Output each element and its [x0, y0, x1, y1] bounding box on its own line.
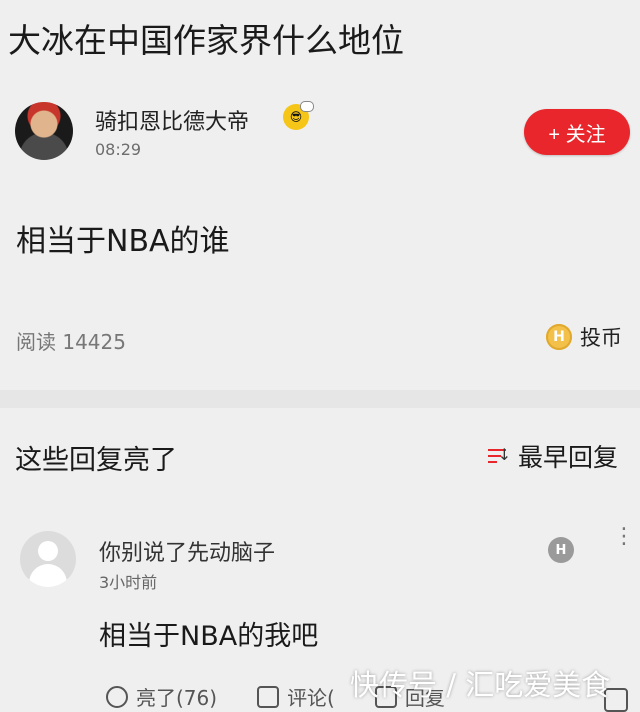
- coin-button[interactable]: H 投币: [546, 322, 622, 352]
- comment-icon: [257, 685, 280, 708]
- speech-bubble-icon: [300, 101, 314, 112]
- commenter-avatar[interactable]: [20, 531, 76, 587]
- read-count: 阅读 14425: [16, 330, 126, 354]
- comment-coin-icon[interactable]: H: [548, 537, 574, 563]
- coin-icon: H: [546, 324, 572, 350]
- comment-content: 相当于NBA的我吧: [99, 621, 319, 652]
- more-icon[interactable]: ⋮: [613, 526, 635, 548]
- author-avatar[interactable]: [15, 102, 73, 160]
- commenter-name[interactable]: 你别说了先动脑子: [99, 535, 275, 567]
- section-divider: [0, 390, 640, 408]
- author-name[interactable]: 骑扣恩比德大帝: [95, 104, 249, 136]
- like-button[interactable]: 亮了(76): [106, 682, 217, 711]
- like-label: 亮了(76): [136, 686, 218, 710]
- sort-label: 最早回复: [518, 443, 619, 472]
- sort-icon: ↓: [488, 445, 512, 467]
- replies-section-title: 这些回复亮了: [15, 445, 177, 476]
- post-time: 08:29: [95, 140, 142, 159]
- comment-label: 评论(: [287, 686, 335, 710]
- coin-label: 投币: [580, 326, 622, 350]
- comment-button[interactable]: 评论(: [257, 682, 335, 711]
- comment-time: 3小时前: [99, 573, 158, 592]
- post-content: 相当于NBA的谁: [16, 224, 230, 259]
- lightbulb-icon: [106, 685, 128, 708]
- watermark: 快传号 / 汇吃爱美食: [350, 668, 611, 702]
- follow-button[interactable]: + 关注: [524, 109, 630, 155]
- sort-button[interactable]: ↓ 最早回复: [488, 438, 618, 474]
- question-title: 大冰在中国作家界什么地位: [8, 21, 404, 60]
